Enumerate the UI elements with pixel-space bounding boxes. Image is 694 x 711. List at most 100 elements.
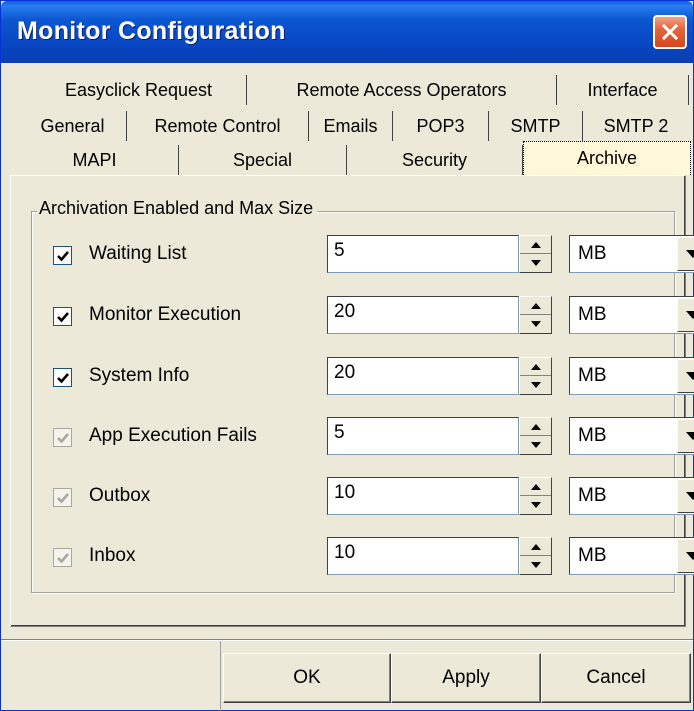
arrow-down-icon: [530, 442, 541, 448]
arrow-down-icon: [530, 502, 541, 508]
chevron-down-icon: [686, 552, 694, 560]
unit-value: MB: [578, 243, 607, 264]
window-title: Monitor Configuration: [17, 17, 286, 45]
waiting-list-unit-select[interactable]: MB: [569, 235, 694, 273]
arrow-up-icon: [530, 423, 541, 430]
spin-down-button[interactable]: [520, 436, 551, 454]
spin-up-button[interactable]: [520, 538, 551, 556]
spin-down-button[interactable]: [520, 254, 551, 272]
cancel-button[interactable]: Cancel: [541, 653, 691, 703]
close-icon: [661, 23, 679, 41]
tab-general[interactable]: General: [19, 111, 127, 141]
app-execution-fails-checkbox[interactable]: [53, 428, 72, 447]
tab-smtp-2[interactable]: SMTP 2: [583, 111, 689, 141]
spin-down-button[interactable]: [520, 496, 551, 514]
tab-remote-control[interactable]: Remote Control: [127, 111, 309, 141]
spin-down-button[interactable]: [520, 315, 551, 333]
checkmark-icon: [56, 372, 69, 383]
unit-value: MB: [578, 365, 607, 386]
chevron-down-icon: [686, 311, 694, 319]
chevron-down-icon: [686, 250, 694, 258]
title-bar[interactable]: Monitor Configuration: [1, 1, 693, 63]
checkmark-icon: [56, 250, 69, 261]
arrow-up-icon: [530, 302, 541, 309]
arrow-up-icon: [530, 483, 541, 490]
checkmark-icon: [56, 552, 69, 563]
archive-row-app-execution-fails: App Execution Fails 5 MB: [53, 417, 694, 457]
tab-security[interactable]: Security: [347, 145, 523, 175]
tab-mapi[interactable]: MAPI: [11, 145, 179, 175]
group-legend: Archivation Enabled and Max Size: [37, 198, 318, 219]
archive-row-outbox: Outbox 10 MB: [53, 477, 694, 517]
monitor-configuration-dialog: Monitor Configuration Easyclick Request …: [0, 0, 694, 711]
spin-up-button[interactable]: [520, 236, 551, 254]
app-execution-fails-unit-select[interactable]: MB: [569, 417, 694, 455]
inbox-unit-select[interactable]: MB: [569, 537, 694, 575]
dropdown-button[interactable]: [677, 539, 694, 573]
spin-up-button[interactable]: [520, 478, 551, 496]
archive-row-monitor-execution: Monitor Execution 20 MB: [53, 296, 694, 336]
arrow-down-icon: [530, 382, 541, 388]
dropdown-button[interactable]: [677, 298, 694, 332]
spin-down-button[interactable]: [520, 376, 551, 394]
dropdown-button[interactable]: [677, 237, 694, 271]
checkmark-icon: [56, 492, 69, 503]
outbox-spinner[interactable]: [519, 477, 552, 515]
chevron-down-icon: [686, 372, 694, 380]
outbox-checkbox[interactable]: [53, 488, 72, 507]
app-execution-fails-size-input[interactable]: 5: [327, 417, 519, 455]
arrow-down-icon: [530, 321, 541, 327]
unit-value: MB: [578, 545, 607, 566]
outbox-unit-select[interactable]: MB: [569, 477, 694, 515]
arrow-up-icon: [530, 241, 541, 248]
arrow-up-icon: [530, 363, 541, 370]
waiting-list-size-input[interactable]: 5: [327, 235, 519, 273]
waiting-list-checkbox[interactable]: [53, 246, 72, 265]
tab-pop3[interactable]: POP3: [393, 111, 489, 141]
monitor-execution-unit-select[interactable]: MB: [569, 296, 694, 334]
inbox-label: Inbox: [89, 545, 136, 566]
chevron-down-icon: [686, 492, 694, 500]
unit-value: MB: [578, 425, 607, 446]
spin-up-button[interactable]: [520, 418, 551, 436]
apply-button[interactable]: Apply: [391, 653, 541, 703]
archive-row-system-info: System Info 20 MB: [53, 357, 694, 397]
spin-up-button[interactable]: [520, 358, 551, 376]
spin-up-button[interactable]: [520, 297, 551, 315]
spin-down-button[interactable]: [520, 556, 551, 574]
app-execution-fails-spinner[interactable]: [519, 417, 552, 455]
monitor-execution-spinner[interactable]: [519, 296, 552, 334]
waiting-list-label: Waiting List: [89, 243, 187, 264]
system-info-label: System Info: [89, 365, 190, 386]
tab-special[interactable]: Special: [179, 145, 347, 175]
system-info-size-input[interactable]: 20: [327, 357, 519, 395]
system-info-unit-select[interactable]: MB: [569, 357, 694, 395]
tab-easyclick-request[interactable]: Easyclick Request: [31, 75, 247, 105]
ok-button[interactable]: OK: [223, 653, 391, 703]
arrow-down-icon: [530, 562, 541, 568]
system-info-checkbox[interactable]: [53, 368, 72, 387]
inbox-size-input[interactable]: 10: [327, 537, 519, 575]
dropdown-button[interactable]: [677, 479, 694, 513]
outbox-size-input[interactable]: 10: [327, 477, 519, 515]
bottom-empty-area: [1, 641, 221, 711]
close-button[interactable]: [653, 15, 687, 49]
checkmark-icon: [56, 311, 69, 322]
dropdown-button[interactable]: [677, 359, 694, 393]
archive-row-waiting-list: Waiting List 5 MB: [53, 235, 694, 275]
waiting-list-spinner[interactable]: [519, 235, 552, 273]
system-info-spinner[interactable]: [519, 357, 552, 395]
tab-smtp[interactable]: SMTP: [489, 111, 583, 141]
monitor-execution-size-input[interactable]: 20: [327, 296, 519, 334]
tab-remote-access-operators[interactable]: Remote Access Operators: [247, 75, 557, 105]
dropdown-button[interactable]: [677, 419, 694, 453]
unit-value: MB: [578, 485, 607, 506]
inbox-spinner[interactable]: [519, 537, 552, 575]
monitor-execution-checkbox[interactable]: [53, 307, 72, 326]
tab-emails[interactable]: Emails: [309, 111, 393, 141]
unit-value: MB: [578, 304, 607, 325]
tab-interface[interactable]: Interface: [557, 75, 689, 105]
inbox-checkbox[interactable]: [53, 548, 72, 567]
tab-archive[interactable]: Archive: [523, 141, 691, 175]
chevron-down-icon: [686, 432, 694, 440]
